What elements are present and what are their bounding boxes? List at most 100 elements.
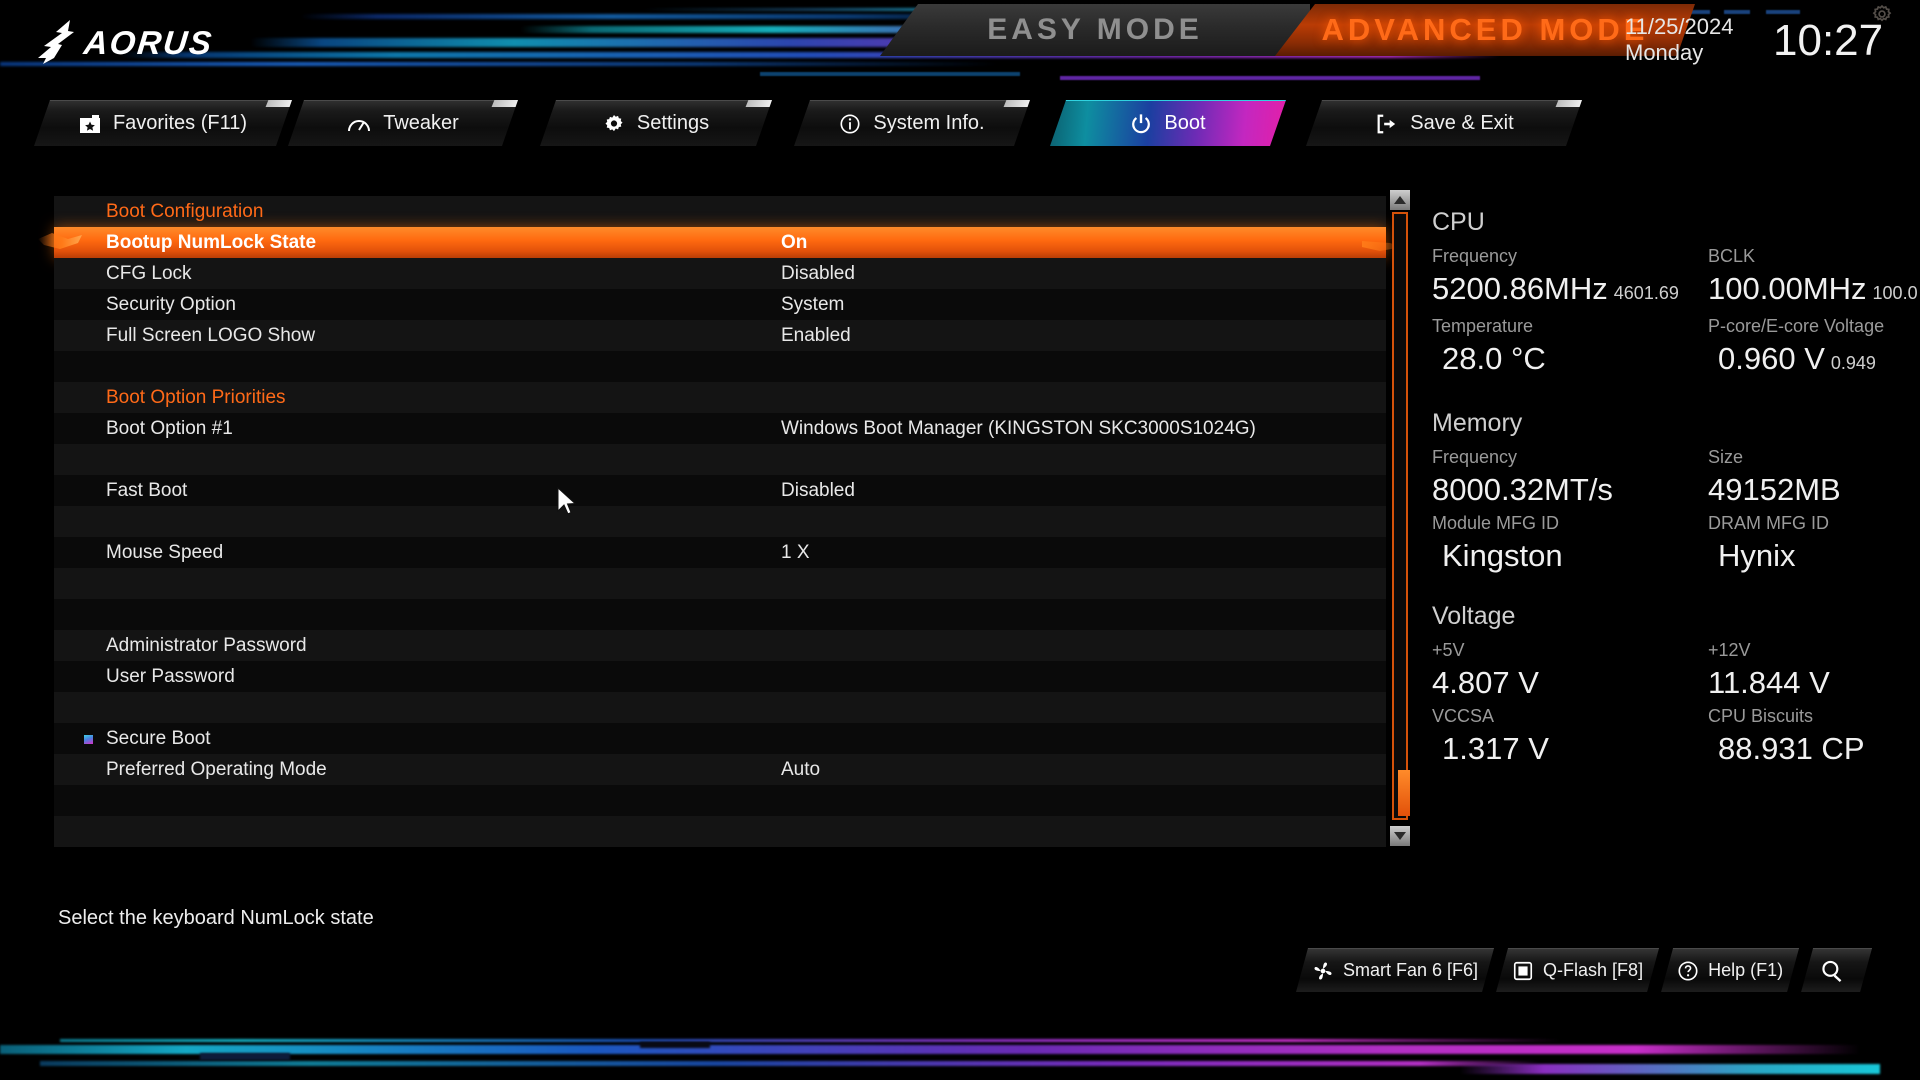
info-entry-value-main: 0.960 V (1718, 341, 1825, 376)
info-row: VCCSA 1.317 V CPU Biscuits 88.931 CP (1432, 703, 1920, 769)
info-entry-label: VCCSA (1432, 706, 1495, 726)
scrollbar-track[interactable] (1392, 212, 1410, 820)
hardware-info-panel: CPU Frequency 5200.86MHz 4601.69 BCLK 100.00M… (1432, 208, 1920, 848)
info-entry-label: +12V (1708, 640, 1751, 660)
bottom-decoration (0, 1010, 1920, 1080)
tab-tweaker-label: Tweaker (383, 112, 459, 134)
star-favorites-icon (79, 114, 101, 134)
info-entry-value: 0.960 V 0.949 (1708, 339, 1920, 383)
list-spacer (54, 444, 1386, 475)
exit-arrow-icon (1374, 113, 1398, 135)
easy-mode-tab[interactable]: EASY MODE (880, 4, 1310, 56)
info-entry-value-main: 88.931 CP (1718, 731, 1865, 766)
info-entry: DRAM MFG ID Hynix (1708, 510, 1920, 576)
list-spacer (54, 816, 1386, 847)
q-flash-button[interactable]: Q-Flash [F8] (1496, 948, 1659, 992)
gauge-icon (347, 115, 371, 133)
clock-widget: 11/25/2024 Monday 10:27 (1625, 14, 1905, 74)
list-item[interactable]: CFG Lock Disabled (54, 258, 1386, 289)
gear-icon[interactable] (1872, 4, 1892, 24)
mouse-cursor (557, 487, 577, 515)
info-entry: P-core/E-core Voltage 0.960 V 0.949 (1708, 313, 1920, 383)
list-item-value: Disabled (781, 479, 855, 501)
info-entry: +5V 4.807 V (1432, 637, 1708, 703)
info-entry-value: 100.00MHz 100.0 (1708, 269, 1920, 313)
info-section-title: Memory (1432, 409, 1523, 437)
info-entry: Temperature 28.0 °C (1432, 313, 1708, 383)
info-entry-value-main: 4.807 V (1432, 665, 1539, 700)
scroll-down-button[interactable] (1390, 826, 1410, 846)
list-item[interactable]: Boot Option #1 Windows Boot Manager (KING… (54, 413, 1386, 444)
info-entry-value-main: Kingston (1442, 538, 1563, 573)
list-item[interactable]: Fast Boot Disabled (54, 475, 1386, 506)
list-section-header[interactable]: Boot Option Priorities (54, 382, 1386, 413)
advanced-mode-label: ADVANCED MODE (1321, 12, 1649, 47)
list-item-label: Boot Option Priorities (106, 386, 286, 408)
aorus-falcon-icon (38, 20, 74, 64)
list-item[interactable]: Preferred Operating Mode Auto (54, 754, 1386, 785)
list-item[interactable]: Secure Boot (54, 723, 1386, 754)
info-entry: VCCSA 1.317 V (1432, 703, 1708, 769)
list-scrollbar[interactable] (1390, 190, 1410, 846)
info-entry-value: 5200.86MHz 4601.69 (1432, 269, 1708, 313)
settings-list[interactable]: Boot Configuration Bootup NumLock State On… (54, 196, 1386, 847)
help-text: Select the keyboard NumLock state (58, 907, 374, 929)
tab-boot-label: Boot (1164, 112, 1206, 134)
info-section-title: CPU (1432, 208, 1485, 236)
info-entry: Size 49152MB (1708, 444, 1920, 510)
list-item-label: Security Option (106, 293, 236, 315)
info-entry: Frequency 5200.86MHz 4601.69 (1432, 243, 1708, 313)
tab-boot[interactable]: Boot (1050, 100, 1286, 146)
help-label: Help (F1) (1708, 960, 1784, 980)
info-entry-value: 4.807 V (1432, 663, 1708, 703)
clock-date: 11/25/2024 (1625, 14, 1734, 39)
list-section-header[interactable]: Boot Configuration (54, 196, 1386, 227)
scroll-up-button[interactable] (1390, 190, 1410, 210)
list-item[interactable]: Security Option System (54, 289, 1386, 320)
info-entry: +12V 11.844 V (1708, 637, 1920, 703)
scrollbar-thumb[interactable] (1398, 770, 1410, 816)
tab-settings[interactable]: Settings (540, 100, 772, 146)
gear-icon (603, 113, 625, 135)
info-entry-value-main: 28.0 °C (1442, 341, 1546, 376)
smart-fan-label: Smart Fan 6 [F6] (1343, 960, 1479, 980)
clock-time: 10:27 (1773, 16, 1884, 65)
list-item-label: Boot Option #1 (106, 417, 233, 439)
tab-system-info[interactable]: System Info. (794, 100, 1030, 146)
info-section: Voltage +5V 4.807 V +12V 11.844 V VCCSA 1.317 … (1432, 602, 1920, 769)
list-item[interactable]: Administrator Password (54, 630, 1386, 661)
smart-fan-button[interactable]: Smart Fan 6 [F6] (1296, 948, 1494, 992)
question-circle-icon (1677, 960, 1699, 982)
tab-favorites[interactable]: Favorites (F11) (34, 100, 292, 146)
search-icon (1819, 958, 1845, 984)
list-item[interactable]: User Password (54, 661, 1386, 692)
list-spacer (54, 692, 1386, 723)
tab-save-exit[interactable]: Save & Exit (1306, 100, 1582, 146)
main-nav: Favorites (F11) Tweaker Settings System … (0, 100, 1920, 154)
list-item[interactable]: Full Screen LOGO Show Enabled (54, 320, 1386, 351)
fan-icon (1312, 960, 1334, 982)
list-item[interactable]: Mouse Speed 1 X (54, 537, 1386, 568)
chip-icon (1512, 960, 1534, 982)
list-item-label: Bootup NumLock State (106, 231, 317, 253)
info-entry-value-sub: 0.949 (1830, 353, 1876, 373)
aorus-logo: AORUS (32, 18, 232, 70)
list-item-value: Auto (781, 758, 821, 780)
list-item-selected[interactable]: Bootup NumLock State On (54, 227, 1386, 258)
info-entry-label: Size (1708, 447, 1744, 467)
info-entry-value-main: 1.317 V (1442, 731, 1549, 766)
list-spacer (54, 351, 1386, 382)
help-button[interactable]: Help (F1) (1661, 948, 1799, 992)
info-entry-value: Kingston (1432, 536, 1708, 576)
tab-tweaker[interactable]: Tweaker (288, 100, 518, 146)
info-entry-label: Frequency (1432, 246, 1518, 266)
info-row: Temperature 28.0 °C P-core/E-core Voltage 0… (1432, 313, 1920, 383)
info-row: Frequency 8000.32MT/s Size 49152MB (1432, 444, 1920, 510)
info-section: CPU Frequency 5200.86MHz 4601.69 BCLK 100.00M… (1432, 208, 1920, 383)
list-item-value: Windows Boot Manager (KINGSTON SKC3000S1… (781, 417, 1256, 439)
info-entry-value-main: 5200.86MHz (1432, 271, 1608, 306)
search-button[interactable] (1801, 948, 1872, 992)
info-entry-label: CPU Biscuits (1708, 706, 1814, 726)
list-item-value: Enabled (781, 324, 851, 346)
info-entry-value-main: 49152MB (1708, 472, 1841, 507)
